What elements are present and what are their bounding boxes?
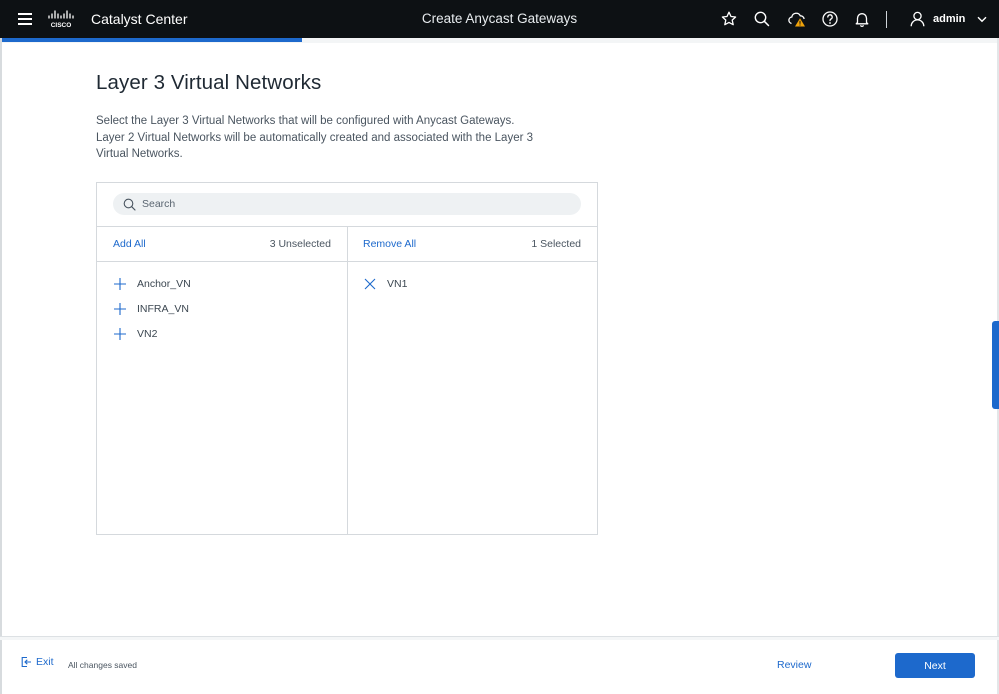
list-item-label: VN2 — [137, 327, 158, 340]
search-icon[interactable] — [753, 10, 771, 28]
unselected-list: Anchor_VN INFRA_VN VN2 — [113, 271, 191, 346]
user-icon — [910, 11, 925, 27]
search-input[interactable] — [142, 198, 542, 210]
page-description: Select the Layer 3 Virtual Networks that… — [96, 115, 534, 160]
plus-icon[interactable] — [113, 277, 127, 291]
toolbar-divider — [886, 11, 887, 28]
unselected-list-header: Add All 3 Unselected — [113, 227, 331, 261]
add-all-link[interactable]: Add All — [113, 238, 146, 250]
list-item[interactable]: INFRA_VN — [113, 296, 191, 321]
list-item[interactable]: VN2 — [113, 321, 191, 346]
divider — [97, 261, 597, 262]
cisco-logo[interactable]: CISCO — [47, 9, 77, 29]
selected-count: 1 Selected — [531, 238, 581, 250]
progress-bar — [2, 38, 302, 42]
selected-list: VN1 — [363, 271, 407, 296]
remove-all-link[interactable]: Remove All — [363, 238, 416, 250]
list-item[interactable]: Anchor_VN — [113, 271, 191, 296]
column-divider — [347, 226, 348, 535]
bell-icon[interactable] — [853, 10, 871, 28]
help-icon[interactable] — [821, 10, 839, 28]
next-button[interactable]: Next — [895, 653, 975, 678]
close-icon[interactable] — [363, 277, 377, 291]
save-status: All changes saved — [68, 660, 137, 670]
exit-label: Exit — [36, 656, 54, 668]
chevron-down-icon — [977, 16, 987, 22]
page-heading: Layer 3 Virtual Networks — [96, 71, 322, 94]
user-name: admin — [933, 13, 966, 25]
search-icon — [123, 198, 136, 211]
plus-icon[interactable] — [113, 302, 127, 316]
transfer-list: Add All 3 Unselected Remove All 1 Select… — [96, 182, 598, 535]
user-menu[interactable]: admin — [910, 10, 987, 28]
exit-button[interactable]: Exit — [20, 656, 54, 668]
cloud-warning-icon[interactable] — [787, 10, 807, 28]
list-item-label: VN1 — [387, 277, 408, 290]
top-navigation-bar: CISCO Catalyst Center Create Anycast Gat… — [0, 0, 999, 38]
selected-list-header: Remove All 1 Selected — [363, 227, 581, 261]
plus-icon[interactable] — [113, 327, 127, 341]
page-title: Create Anycast Gateways — [421, 11, 578, 26]
app-title[interactable]: Catalyst Center — [91, 11, 187, 27]
frame-border-left — [0, 38, 2, 694]
list-item[interactable]: VN1 — [363, 271, 407, 296]
side-panel-tab[interactable] — [992, 321, 999, 409]
menu-icon[interactable] — [18, 13, 32, 25]
review-button[interactable]: Review — [777, 659, 811, 671]
star-icon[interactable] — [720, 10, 738, 28]
svg-text:CISCO: CISCO — [51, 22, 72, 29]
search-bar[interactable] — [113, 193, 581, 215]
exit-icon — [21, 656, 31, 668]
list-item-label: Anchor_VN — [137, 277, 191, 290]
list-item-label: INFRA_VN — [137, 302, 189, 315]
unselected-count: 3 Unselected — [269, 238, 331, 250]
footer-shadow — [0, 637, 999, 640]
